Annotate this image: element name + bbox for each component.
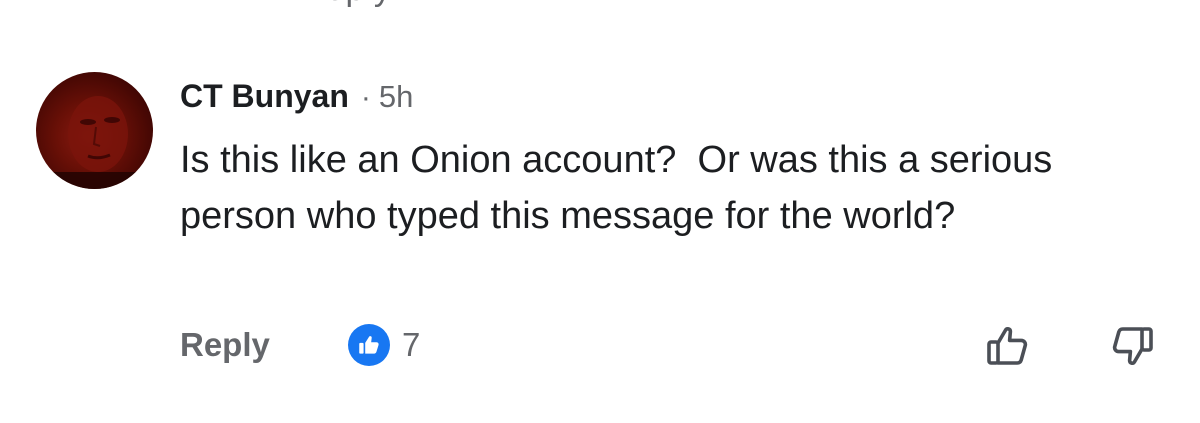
separator-dot: ·: [360, 81, 371, 114]
like-icon: [348, 324, 390, 366]
reaction-summary[interactable]: 7: [348, 324, 420, 366]
reaction-count: 7: [402, 326, 421, 363]
thumbs-down-outline-icon[interactable]: [1108, 322, 1156, 375]
comment-text: Is this like an Onion account? Or was th…: [180, 139, 1063, 237]
comment: CT Bunyan · 5h Is this like an Onion acc…: [180, 78, 1170, 244]
previous-comment-reply-fragment: Reply: [300, 0, 392, 9]
avatar[interactable]: [36, 72, 153, 189]
author-name[interactable]: CT Bunyan: [180, 78, 349, 115]
comment-header: CT Bunyan · 5h: [180, 78, 1170, 118]
timestamp[interactable]: 5h: [379, 79, 413, 115]
thumbs-up-outline-icon[interactable]: [984, 322, 1032, 375]
reply-button[interactable]: Reply: [180, 326, 270, 364]
comment-actions: Reply 7: [180, 322, 1160, 370]
